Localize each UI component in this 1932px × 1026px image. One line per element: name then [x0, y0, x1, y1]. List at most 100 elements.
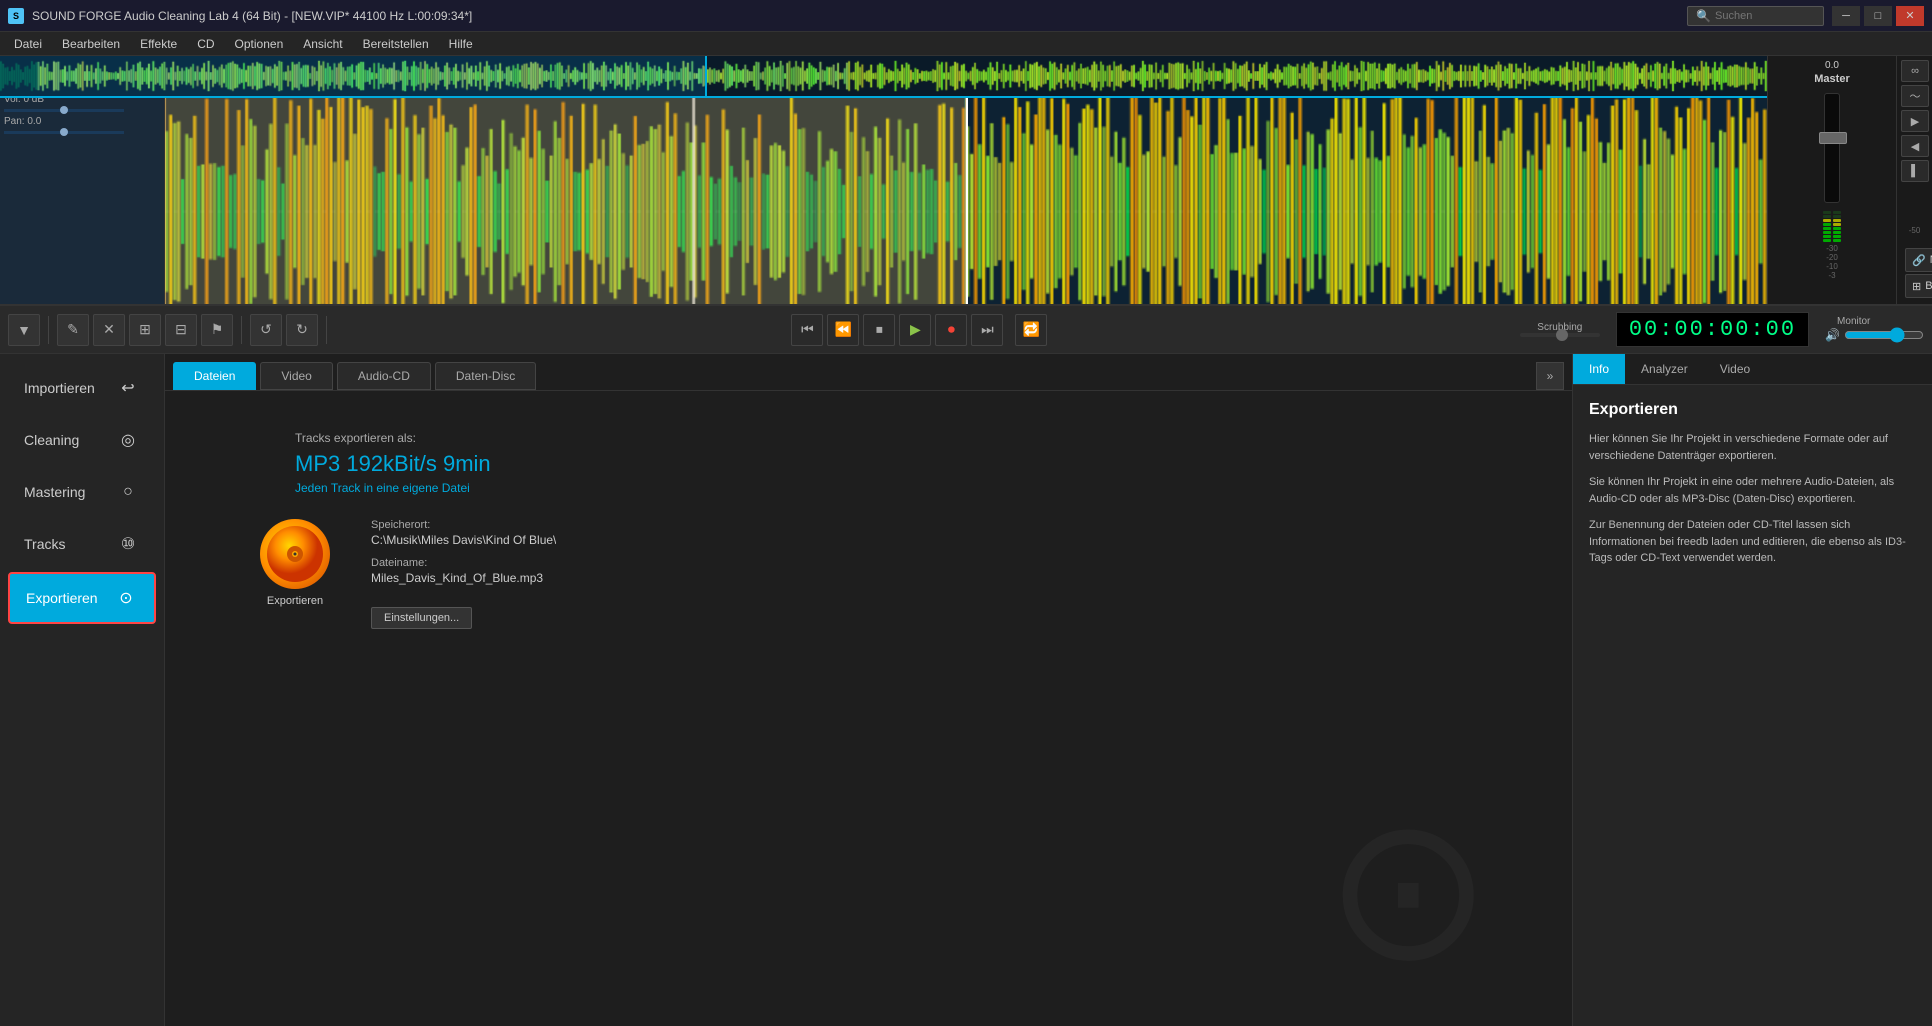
monitor-slider[interactable]: [1844, 327, 1924, 343]
titlebar-controls: ─ □ ✕: [1832, 6, 1924, 26]
dropdown-btn[interactable]: ▼: [8, 314, 40, 346]
window-title: SOUND FORGE Audio Cleaning Lab 4 (64 Bit…: [32, 9, 472, 23]
menu-datei[interactable]: Datei: [4, 35, 52, 53]
sidebar-item-cleaning[interactable]: Cleaning ◎: [8, 416, 156, 464]
redo-btn[interactable]: ↻: [286, 314, 318, 346]
arrow-left-btn[interactable]: ◀: [1901, 135, 1929, 157]
minimize-button[interactable]: ─: [1832, 6, 1860, 26]
undo-btn[interactable]: ↺: [250, 314, 282, 346]
transport-prev-btn[interactable]: ⏪: [827, 314, 859, 346]
volume-icon: 🔊: [1825, 328, 1840, 342]
vu-area: 0.0 Master: [1768, 56, 1896, 304]
vol-slider-thumb[interactable]: [60, 106, 68, 114]
time-display: 00:00:00:00: [1616, 312, 1809, 347]
menu-cd[interactable]: CD: [187, 35, 224, 53]
sidebar-item-mastering[interactable]: Mastering ○: [8, 468, 156, 516]
transport-play-btn[interactable]: ▶: [899, 314, 931, 346]
wave-btn[interactable]: 〜: [1901, 85, 1929, 107]
master-panel: 0.0 Master: [1767, 56, 1932, 304]
bar-btn[interactable]: ▌: [1901, 160, 1929, 182]
info-tab-video[interactable]: Video: [1704, 354, 1766, 384]
search-icon: 🔍: [1696, 9, 1711, 23]
info-tab-analyzer[interactable]: Analyzer: [1625, 354, 1704, 384]
tracks-icon: ⑩: [116, 532, 140, 556]
import-icon: ↩: [116, 376, 140, 400]
monitor-label: Monitor: [1837, 316, 1924, 327]
tab-dateien[interactable]: Dateien: [173, 362, 256, 390]
flag-btn[interactable]: ⚑: [201, 314, 233, 346]
info-desc-1: Hier können Sie Ihr Projekt in verschied…: [1589, 431, 1916, 464]
cut-btn[interactable]: ✕: [93, 314, 125, 346]
bg-export-icon: ⊙: [1324, 773, 1492, 1006]
maximize-button[interactable]: □: [1864, 6, 1892, 26]
transport-end-btn[interactable]: ⏭: [971, 314, 1003, 346]
titlebar-left: S SOUND FORGE Audio Cleaning Lab 4 (64 B…: [8, 8, 472, 24]
tabs-more-btn[interactable]: »: [1536, 362, 1564, 390]
info-tab-info[interactable]: Info: [1573, 354, 1625, 384]
save-location-label: Speicherort:: [371, 519, 556, 531]
transport-rec-btn[interactable]: ⏺: [935, 314, 967, 346]
info-title: Exportieren: [1589, 401, 1916, 419]
tab-video[interactable]: Video: [260, 362, 332, 390]
nachziehen-btn[interactable]: 🔗 Nachziehen: [1905, 248, 1932, 272]
info-desc-2: Sie können Ihr Projekt in eine oder mehr…: [1589, 474, 1916, 507]
search-input[interactable]: [1715, 10, 1815, 22]
export-icon: ⊙: [114, 586, 138, 610]
menu-ansicht[interactable]: Ansicht: [293, 35, 352, 53]
master-fader-thumb[interactable]: [1819, 132, 1847, 144]
export-format-sub: Jeden Track in eine eigene Datei: [295, 481, 1542, 495]
menu-bearbeiten[interactable]: Bearbeiten: [52, 35, 130, 53]
sidebar: Importieren ↩ Cleaning ◎ Mastering ○ Tra…: [0, 354, 165, 1026]
tab-daten-disc[interactable]: Daten-Disc: [435, 362, 536, 390]
arrow-right-btn[interactable]: ▶: [1901, 110, 1929, 132]
overview-selection: [0, 56, 707, 96]
filename-label: Dateiname:: [371, 557, 556, 569]
bereichsmodus-btn[interactable]: ⊞ Bereichsmodus: [1905, 274, 1932, 298]
monitor-control: Monitor 🔊: [1825, 316, 1924, 343]
main-area: Importieren ↩ Cleaning ◎ Mastering ○ Tra…: [0, 354, 1932, 1026]
cleaning-icon: ◎: [116, 428, 140, 452]
master-fader-track[interactable]: [1824, 93, 1840, 203]
scrubbing-slider-row: [1520, 333, 1600, 337]
scrubbing-thumb[interactable]: [1556, 329, 1568, 341]
paste-btn[interactable]: ⊟: [165, 314, 197, 346]
monitor-slider-row: 🔊: [1825, 327, 1924, 343]
export-content: ⊙ Tracks exportieren als: MP3 192kBit/s …: [165, 391, 1572, 649]
save-location-value: C:\Musik\Miles Davis\Kind Of Blue\: [371, 533, 556, 547]
overview-waveform: [0, 56, 1767, 98]
info-description: Hier können Sie Ihr Projekt in verschied…: [1589, 431, 1916, 567]
sidebar-label-exportieren: Exportieren: [26, 590, 98, 606]
transport-start-btn[interactable]: ⏮: [791, 314, 823, 346]
sidebar-item-importieren[interactable]: Importieren ↩: [8, 364, 156, 412]
filename-value: Miles_Davis_Kind_Of_Blue.mp3: [371, 571, 556, 585]
transport-stop-btn[interactable]: ⏹: [863, 314, 895, 346]
chain-icon: 🔗: [1912, 254, 1926, 267]
scrubbing-control: Scrubbing: [1520, 322, 1600, 337]
info-tabs: Info Analyzer Video: [1573, 354, 1932, 385]
sidebar-item-tracks[interactable]: Tracks ⑩: [8, 520, 156, 568]
export-disc-icon: [260, 519, 330, 589]
menu-hilfe[interactable]: Hilfe: [439, 35, 483, 53]
tab-audio-cd[interactable]: Audio-CD: [337, 362, 431, 390]
app-icon: S: [8, 8, 24, 24]
export-format-value: MP3 192kBit/s 9min: [295, 451, 1542, 477]
mastering-icon: ○: [116, 480, 140, 504]
menubar: Datei Bearbeiten Effekte CD Optionen Ans…: [0, 32, 1932, 56]
pan-label: Pan: 0.0: [4, 116, 160, 127]
scrubbing-track[interactable]: [1520, 333, 1600, 337]
tool-sep-3: [326, 316, 327, 344]
loop-btn[interactable]: 🔁: [1015, 314, 1047, 346]
pan-slider-thumb[interactable]: [60, 128, 68, 136]
pencil-btn[interactable]: ✎: [57, 314, 89, 346]
menu-effekte[interactable]: Effekte: [130, 35, 187, 53]
search-bar[interactable]: 🔍: [1687, 6, 1824, 26]
export-main-row: Exportieren Speicherort: C:\Musik\Miles …: [255, 519, 1542, 629]
settings-button[interactable]: Einstellungen...: [371, 607, 472, 629]
menu-bereitstellen[interactable]: Bereitstellen: [353, 35, 439, 53]
menu-optionen[interactable]: Optionen: [225, 35, 294, 53]
copy-btn[interactable]: ⊞: [129, 314, 161, 346]
export-icon-area: Exportieren: [255, 519, 335, 607]
close-button[interactable]: ✕: [1896, 6, 1924, 26]
link-btn[interactable]: ∞: [1901, 60, 1929, 82]
sidebar-item-exportieren[interactable]: Exportieren ⊙: [8, 572, 156, 624]
